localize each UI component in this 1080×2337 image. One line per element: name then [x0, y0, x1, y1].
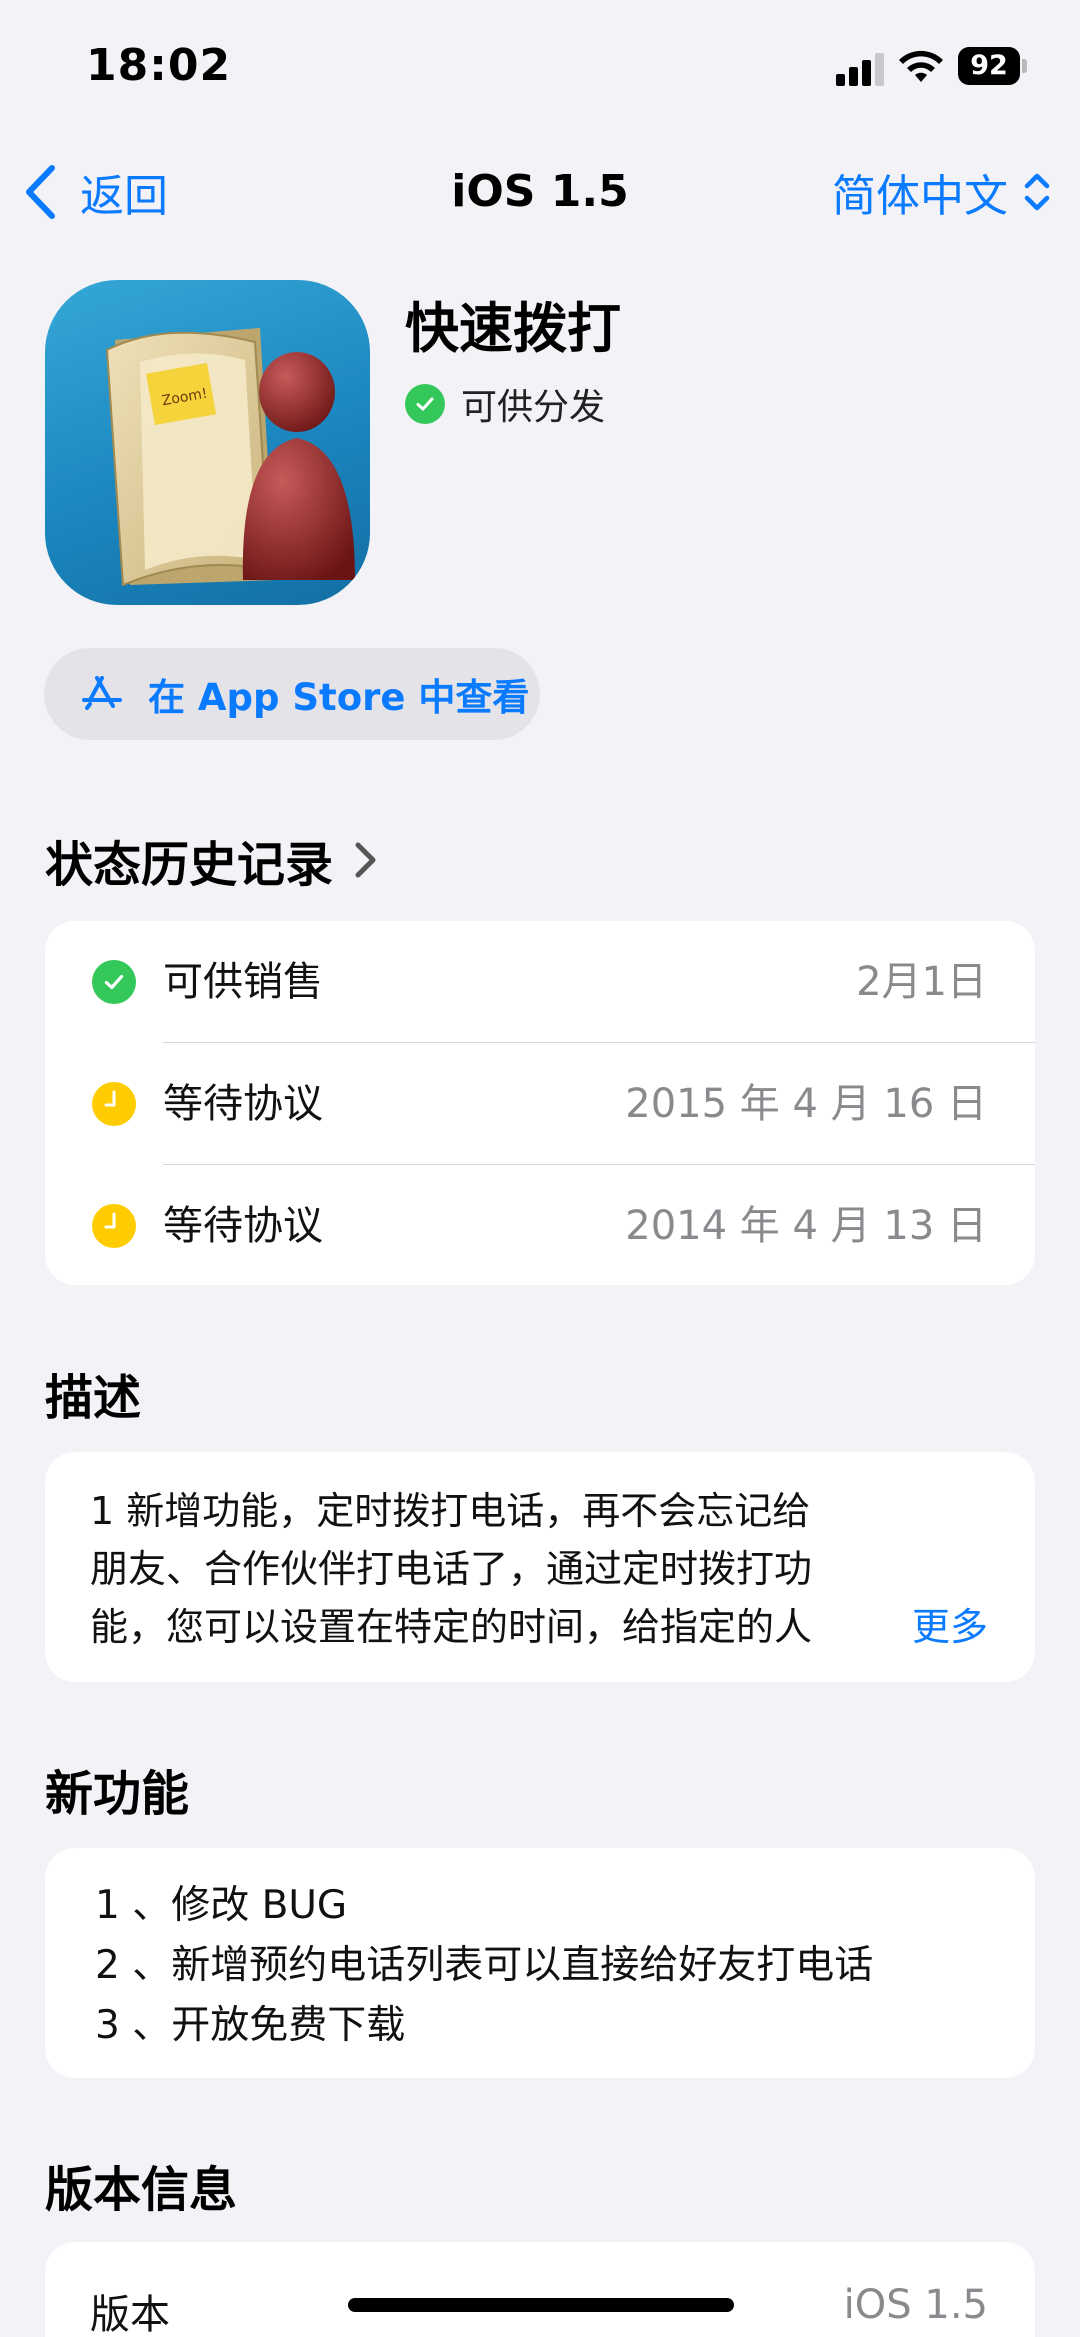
history-status: 可供销售	[163, 959, 323, 1005]
history-status: 等待协议	[163, 1203, 323, 1249]
availability-status: 可供分发	[405, 378, 605, 430]
chevron-right-icon	[355, 842, 376, 878]
description-line: 能，您可以设置在特定的时间，给指定的人	[90, 1605, 813, 1649]
history-title: 状态历史记录	[45, 837, 334, 893]
version-label: 版本	[90, 2292, 170, 2337]
clock-icon	[92, 1082, 136, 1126]
description-card: 1 新增功能，定时拨打电话，再不会忘记给 朋友、合作伙伴打电话了，通过定时拨打功…	[45, 1452, 1035, 1682]
app-store-icon	[82, 676, 122, 710]
feature-line: 2 、新增预约电话列表可以直接给好友打电话	[95, 1943, 874, 1988]
clock-icon	[92, 1204, 136, 1248]
language-selector[interactable]: 简体中文	[832, 160, 1052, 224]
availability-label: 可供分发	[461, 387, 606, 428]
chevron-up-down-icon	[1024, 173, 1050, 211]
history-status: 等待协议	[163, 1081, 323, 1127]
whats-new-title: 新功能	[45, 1766, 190, 1822]
history-date: 2月1日	[856, 959, 987, 1005]
home-indicator[interactable]	[348, 2298, 734, 2312]
battery-level: 92	[958, 47, 1020, 85]
history-row: 等待协议 2014 年 4 月 13 日	[45, 1165, 1035, 1285]
description-title: 描述	[45, 1370, 142, 1426]
description-line: 1 新增功能，定时拨打电话，再不会忘记给	[90, 1489, 811, 1533]
checkmark-circle-icon	[405, 384, 445, 424]
description-line: 朋友、合作伙伴打电话了，通过定时拨打功	[90, 1547, 813, 1591]
checkmark-circle-icon	[92, 960, 136, 1004]
more-link[interactable]: 更多	[861, 1598, 988, 1656]
history-row: 等待协议 2015 年 4 月 16 日	[45, 1043, 1035, 1165]
feature-line: 1 、修改 BUG	[95, 1883, 348, 1928]
description-text: 1 新增功能，定时拨打电话，再不会忘记给 朋友、合作伙伴打电话了，通过定时拨打功…	[90, 1482, 990, 1656]
language-label: 简体中文	[832, 171, 1008, 222]
history-card: 可供销售 2月1日 等待协议 2015 年 4 月 16 日 等待协议 2014…	[45, 921, 1035, 1285]
status-bar: 18:02 92	[0, 0, 1080, 130]
feature-list: 1 、修改 BUG 2 、新增预约电话列表可以直接给好友打电话 3 、开放免费下…	[95, 1876, 873, 2056]
version-row: 版本 iOS 1.5	[45, 2242, 1035, 2337]
app-icon: Zoom!	[45, 280, 370, 605]
app-icon-artwork: Zoom!	[105, 328, 355, 587]
feature-line: 3 、开放免费下载	[95, 2003, 406, 2048]
battery-icon: 92	[958, 47, 1028, 85]
whats-new-card: 1 、修改 BUG 2 、新增预约电话列表可以直接给好友打电话 3 、开放免费下…	[45, 1848, 1035, 2078]
app-store-label: 在 App Store 中查看	[148, 676, 530, 719]
battery-cap	[1022, 59, 1027, 73]
history-row: 可供销售 2月1日	[45, 921, 1035, 1043]
history-header[interactable]: 状态历史记录	[45, 825, 379, 895]
app-name: 快速拨打	[405, 297, 621, 360]
version-info-title: 版本信息	[45, 2162, 238, 2218]
nav-bar: 返回 iOS 1.5 简体中文	[0, 150, 1080, 234]
history-date: 2014 年 4 月 13 日	[625, 1203, 987, 1249]
signal-icon	[836, 52, 886, 86]
wifi-icon	[899, 50, 943, 82]
history-date: 2015 年 4 月 16 日	[625, 1081, 987, 1127]
screen: 18:02 92 返回 iOS 1.5 简体中文 Zoom! 快速拨打 可供分发…	[0, 0, 1080, 2337]
version-info-card: 版本 iOS 1.5	[45, 2242, 1035, 2337]
view-in-app-store-button[interactable]: 在 App Store 中查看	[44, 648, 540, 740]
status-time: 18:02	[86, 40, 232, 91]
version-value: iOS 1.5	[843, 2282, 988, 2328]
